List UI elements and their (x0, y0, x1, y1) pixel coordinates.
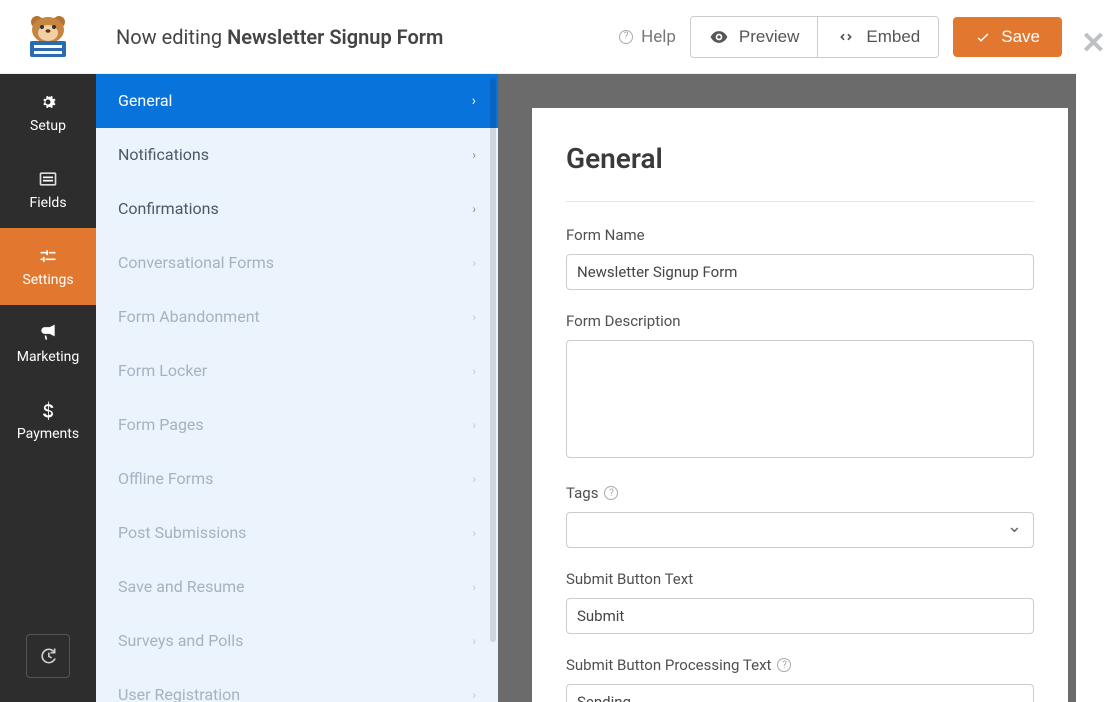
nav-label: Payments (17, 426, 79, 442)
nav-item-setup[interactable]: Setup (0, 74, 96, 151)
save-button[interactable]: Save (953, 17, 1062, 57)
close-button[interactable]: ✕ (1081, 26, 1106, 61)
preview-label: Preview (739, 27, 799, 47)
editing-prefix: Now editing (116, 25, 227, 49)
nav-label: Fields (29, 195, 66, 211)
form-description-label: Form Description (566, 312, 1034, 330)
submenu-item-conversational-forms[interactable]: Conversational Forms › (96, 236, 498, 290)
chevron-right-icon: › (472, 364, 476, 378)
save-label: Save (1001, 27, 1040, 47)
submit-button-text-label: Submit Button Text (566, 570, 1034, 588)
nav-item-payments[interactable]: Payments (0, 382, 96, 459)
chevron-right-icon: › (472, 148, 476, 162)
nav-label: Setup (30, 118, 66, 134)
nav-item-settings[interactable]: Settings (0, 228, 96, 305)
help-link[interactable]: ? Help (619, 27, 676, 47)
submenu-item-label: Offline Forms (118, 469, 213, 488)
submenu-item-surveys-and-polls[interactable]: Surveys and Polls › (96, 614, 498, 668)
sliders-icon (38, 246, 58, 266)
submenu-item-user-registration[interactable]: User Registration › (96, 668, 498, 702)
chevron-right-icon: › (472, 634, 476, 648)
submit-button-text-input[interactable] (566, 598, 1034, 634)
editing-label: Now editing Newsletter Signup Form (116, 25, 619, 49)
form-description-textarea[interactable] (566, 340, 1034, 458)
submenu-item-notifications[interactable]: Notifications › (96, 128, 498, 182)
check-icon (975, 29, 991, 45)
settings-submenu: General›Notifications›Confirmations›Conv… (96, 74, 498, 702)
submenu-item-label: Form Abandonment (118, 307, 260, 326)
dollar-icon (38, 400, 58, 420)
submenu-item-label: General (118, 91, 172, 110)
embed-button[interactable]: Embed (817, 17, 938, 57)
form-name-label: Form Name (566, 226, 1034, 244)
chevron-right-icon: › (472, 93, 476, 109)
submit-button-processing-label: Submit Button Processing Text (566, 656, 771, 674)
submenu-item-form-pages[interactable]: Form Pages › (96, 398, 498, 452)
code-icon (836, 27, 856, 47)
chevron-right-icon: › (472, 688, 476, 702)
submenu-item-label: Notifications (118, 145, 209, 164)
submenu-item-label: Post Submissions (118, 523, 246, 542)
form-name-input[interactable] (566, 254, 1034, 290)
preview-button[interactable]: Preview (691, 17, 817, 57)
logo-area (0, 15, 96, 59)
bullhorn-icon (38, 323, 58, 343)
help-circle-icon: ? (619, 30, 633, 44)
submenu-item-label: Conversational Forms (118, 253, 274, 272)
nav-item-marketing[interactable]: Marketing (0, 305, 96, 382)
submenu-item-save-and-resume[interactable]: Save and Resume › (96, 560, 498, 614)
tags-label: Tags (566, 484, 598, 502)
submenu-item-form-locker[interactable]: Form Locker › (96, 344, 498, 398)
embed-label: Embed (866, 27, 920, 47)
app-logo (22, 15, 74, 59)
submenu-item-post-submissions[interactable]: Post Submissions › (96, 506, 498, 560)
help-circle-icon[interactable]: ? (604, 486, 618, 500)
submit-button-processing-input[interactable] (566, 684, 1034, 702)
gear-icon (38, 92, 58, 112)
chevron-right-icon: › (472, 472, 476, 486)
tags-select[interactable] (566, 512, 1034, 548)
nav-item-fields[interactable]: Fields (0, 151, 96, 228)
editing-form-name: Newsletter Signup Form (227, 25, 443, 49)
chevron-right-icon: › (472, 310, 476, 324)
general-panel: General Form Name Form Description Tags … (532, 108, 1068, 702)
help-circle-icon[interactable]: ? (777, 658, 791, 672)
submenu-item-offline-forms[interactable]: Offline Forms › (96, 452, 498, 506)
chevron-right-icon: › (472, 526, 476, 540)
nav-label: Settings (22, 272, 73, 288)
eye-icon (709, 27, 729, 47)
chevron-right-icon: › (472, 580, 476, 594)
submenu-item-label: Save and Resume (118, 577, 245, 596)
history-button[interactable] (26, 634, 70, 678)
submenu-item-confirmations[interactable]: Confirmations › (96, 182, 498, 236)
panel-title: General (566, 142, 1034, 202)
chevron-right-icon: › (472, 202, 476, 216)
submenu-item-general[interactable]: General › (96, 74, 498, 128)
submenu-scrollbar[interactable] (490, 78, 496, 642)
chevron-right-icon: › (472, 418, 476, 432)
submenu-item-label: Confirmations (118, 199, 219, 218)
submenu-item-label: User Registration (118, 685, 240, 702)
nav-label: Marketing (17, 349, 80, 365)
chevron-right-icon: › (472, 256, 476, 270)
submenu-item-label: Form Locker (118, 361, 207, 380)
canvas: General Form Name Form Description Tags … (498, 74, 1076, 702)
form-icon (38, 169, 58, 189)
submenu-item-form-abandonment[interactable]: Form Abandonment › (96, 290, 498, 344)
topbar: Now editing Newsletter Signup Form ? Hel… (0, 0, 1076, 74)
history-icon (38, 646, 58, 666)
help-label: Help (641, 27, 676, 47)
nav-rail: Setup Fields Settings Marketing Payments (0, 74, 96, 702)
submenu-item-label: Surveys and Polls (118, 631, 243, 650)
submenu-item-label: Form Pages (118, 415, 204, 434)
